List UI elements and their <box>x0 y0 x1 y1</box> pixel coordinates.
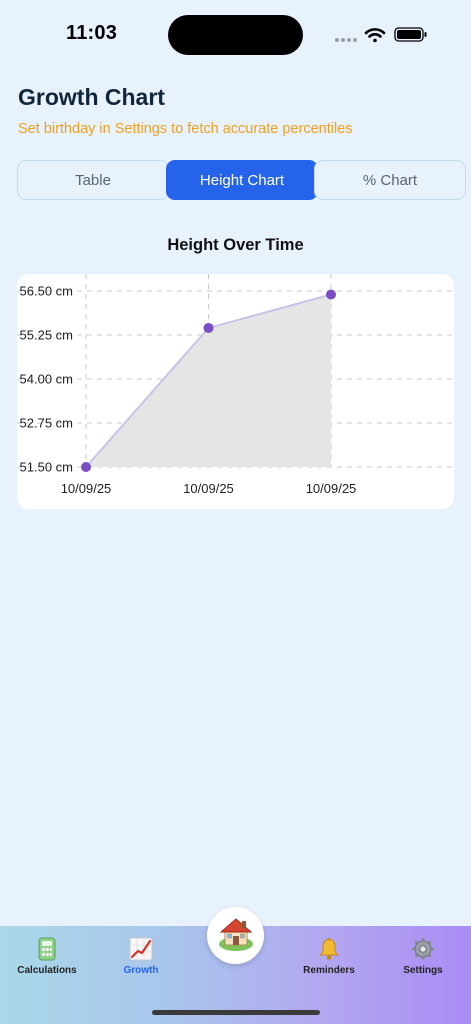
calculator-icon <box>34 936 60 962</box>
house-icon <box>215 912 257 959</box>
x-tick-label: 10/09/25 <box>306 481 357 496</box>
data-point <box>81 462 91 472</box>
y-tick-label: 55.25 cm <box>20 328 73 343</box>
status-bar: 11:03 <box>0 0 471 70</box>
x-tick-label: 10/09/25 <box>183 481 234 496</box>
height-chart: 51.50 cm 52.75 cm 54.00 cm 55.25 cm 56.50 cm… <box>17 274 454 496</box>
data-point <box>326 289 336 300</box>
tab-table[interactable]: Table <box>17 160 169 200</box>
status-icons <box>334 24 434 44</box>
series-area <box>86 294 331 467</box>
y-tick-label: 52.75 cm <box>20 416 73 431</box>
data-point <box>203 322 214 333</box>
tabbar-item-reminders[interactable]: Reminders <box>284 936 374 986</box>
battery-icon <box>394 27 427 42</box>
chart-title: Height Over Time <box>167 236 304 254</box>
tab-percent-chart[interactable]: % Chart <box>314 160 466 200</box>
view-segmented-control: Table Height Chart % Chart <box>17 160 466 200</box>
height-chart-card: 51.50 cm 52.75 cm 54.00 cm 55.25 cm 56.50 cm… <box>17 274 454 509</box>
page-title: Growth Chart <box>18 84 165 110</box>
bell-icon <box>316 936 342 962</box>
x-tick-label: 10/09/25 <box>61 481 112 496</box>
birthday-warning: Set birthday in Settings to fetch accura… <box>18 121 353 137</box>
y-tick-label: 51.50 cm <box>20 460 73 475</box>
home-button[interactable] <box>207 907 264 964</box>
home-indicator <box>152 1010 320 1015</box>
tabbar-label-reminders: Reminders <box>303 965 355 976</box>
dynamic-island <box>168 15 303 55</box>
tabbar-item-calculations[interactable]: Calculations <box>2 936 92 986</box>
tabbar-label-growth: Growth <box>123 965 159 976</box>
chart-increasing-icon <box>128 936 154 962</box>
tabbar-item-settings[interactable]: Settings <box>378 936 468 986</box>
tabbar-label-calculations: Calculations <box>17 965 77 976</box>
tabbar-item-growth[interactable]: Growth <box>96 936 186 986</box>
gear-icon <box>410 936 436 962</box>
y-tick-label: 54.00 cm <box>20 372 73 387</box>
wifi-icon <box>364 28 386 43</box>
status-time: 11:03 <box>66 22 118 44</box>
tabbar-label-settings: Settings <box>403 965 443 976</box>
y-tick-label: 56.50 cm <box>20 284 73 299</box>
signal-dots-icon <box>335 38 357 42</box>
tab-height-chart[interactable]: Height Chart <box>166 160 318 200</box>
